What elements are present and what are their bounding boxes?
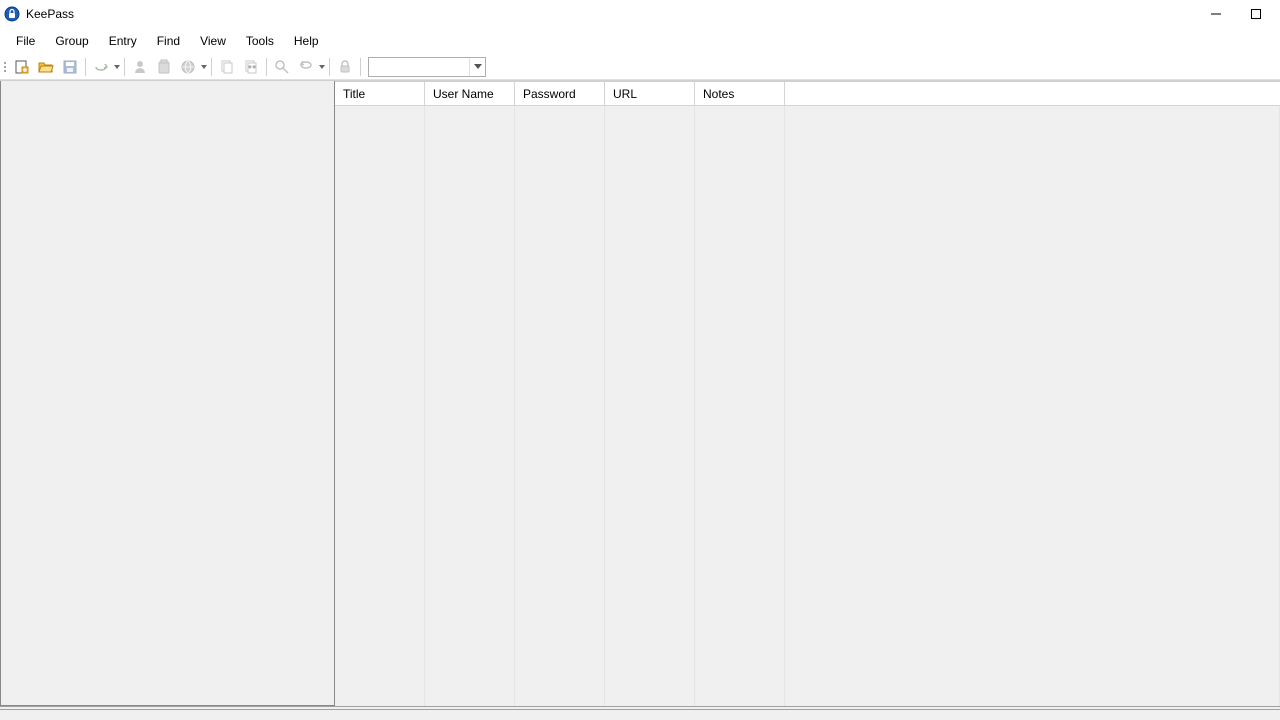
menu-help[interactable]: Help (284, 30, 329, 52)
window-title: KeePass (26, 7, 74, 21)
column-header-title[interactable]: Title (335, 82, 425, 105)
menu-tools[interactable]: Tools (236, 30, 284, 52)
find-button[interactable] (271, 56, 293, 78)
column-header-spacer (785, 82, 1280, 105)
toolbar: •• (0, 54, 1280, 80)
menu-find[interactable]: Find (147, 30, 190, 52)
app-lock-icon (4, 6, 20, 22)
copy-password-button[interactable]: •• (240, 56, 262, 78)
show-entries-dropdown[interactable] (318, 65, 326, 69)
entry-list-pane: Title User Name Password URL Notes (335, 81, 1280, 706)
toolbar-separator (211, 58, 212, 76)
toolbar-separator (124, 58, 125, 76)
show-entries-button[interactable] (295, 56, 317, 78)
menu-group[interactable]: Group (45, 30, 98, 52)
group-tree-pane[interactable] (0, 81, 335, 706)
toolbar-separator (85, 58, 86, 76)
new-database-button[interactable] (11, 56, 33, 78)
maximize-button[interactable] (1236, 0, 1276, 28)
column-header-notes[interactable]: Notes (695, 82, 785, 105)
menu-file[interactable]: File (6, 30, 45, 52)
save-database-button[interactable] (59, 56, 81, 78)
delete-entry-button[interactable] (153, 56, 175, 78)
workspace: Title User Name Password URL Notes (0, 80, 1280, 706)
minimize-button[interactable] (1196, 0, 1236, 28)
toolbar-separator (360, 58, 361, 76)
add-entry-button[interactable] (129, 56, 151, 78)
svg-text:••: •• (248, 60, 256, 74)
entry-list-body[interactable] (335, 106, 1280, 706)
open-database-button[interactable] (35, 56, 57, 78)
toolbar-separator (329, 58, 330, 76)
lock-workspace-button[interactable] (334, 56, 356, 78)
save-all-dropdown[interactable] (113, 65, 121, 69)
url-open-button[interactable] (177, 56, 199, 78)
chevron-down-icon[interactable] (469, 58, 485, 76)
toolbar-separator (266, 58, 267, 76)
copy-username-button[interactable] (216, 56, 238, 78)
column-header-username[interactable]: User Name (425, 82, 515, 105)
menubar: File Group Entry Find View Tools Help (0, 28, 1280, 54)
column-header-url[interactable]: URL (605, 82, 695, 105)
column-header-password[interactable]: Password (515, 82, 605, 105)
entry-list-header: Title User Name Password URL Notes (335, 82, 1280, 106)
quick-search-combo[interactable] (368, 57, 486, 77)
entry-detail-pane (0, 710, 1280, 720)
save-all-button[interactable] (90, 56, 112, 78)
url-open-dropdown[interactable] (200, 65, 208, 69)
toolbar-grip[interactable] (2, 57, 8, 77)
menu-entry[interactable]: Entry (99, 30, 147, 52)
titlebar: KeePass (0, 0, 1280, 28)
menu-view[interactable]: View (190, 30, 236, 52)
